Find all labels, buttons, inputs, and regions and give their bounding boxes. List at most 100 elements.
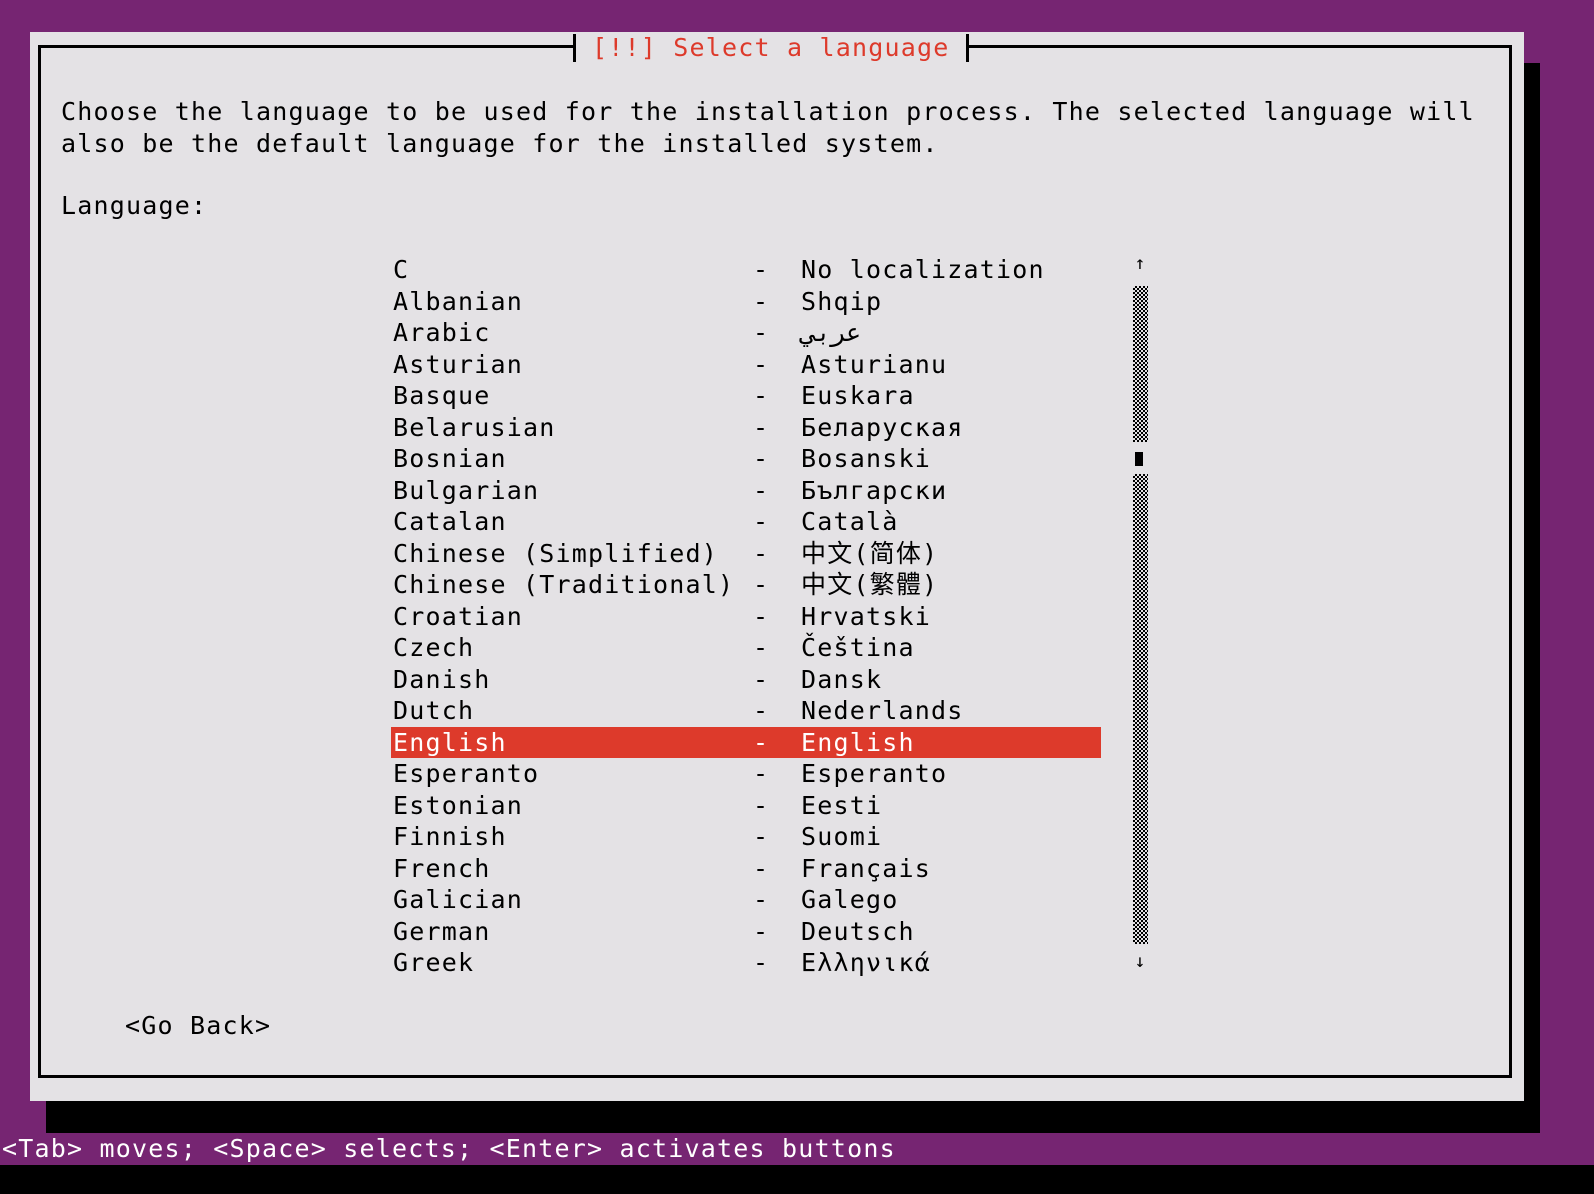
language-native-name: Deutsch	[801, 916, 915, 946]
language-name: Bosnian	[393, 444, 507, 473]
go-back-button[interactable]: <Go Back>	[125, 1010, 271, 1042]
language-option[interactable]: Croatian - Hrvatski	[391, 601, 1101, 633]
separator-dash: -	[753, 570, 770, 599]
dialog-shadow	[1524, 63, 1540, 1133]
language-option[interactable]: Catalan - Català	[391, 506, 1101, 538]
language-name: Belarusian	[393, 412, 556, 442]
language-native-name: Français	[801, 853, 932, 883]
dialog-title: [!!] Select a language	[592, 33, 950, 62]
separator-dash: -	[753, 885, 770, 914]
language-native-name: Galego	[801, 885, 899, 914]
language-native-name: Čeština	[801, 633, 915, 662]
language-native-name: Eesti	[801, 790, 883, 820]
language-native-name: Català	[801, 507, 899, 536]
language-name: Chinese (Traditional)	[393, 570, 735, 599]
language-name: Finnish	[393, 822, 507, 851]
language-option[interactable]: Basque - Euskara	[391, 380, 1101, 412]
language-name: C	[393, 255, 410, 284]
language-option[interactable]: Albanian - Shqip	[391, 286, 1101, 318]
language-option[interactable]: Asturian - Asturianu	[391, 349, 1101, 381]
separator-dash: -	[753, 381, 770, 410]
language-native-name: Hrvatski	[801, 601, 932, 631]
separator-dash: -	[753, 538, 770, 568]
status-bar-help: <Tab> moves; <Space> selects; <Enter> ac…	[2, 1134, 896, 1163]
language-option[interactable]: Bosnian - Bosanski	[391, 443, 1101, 475]
language-name: Danish	[393, 664, 491, 694]
separator-dash: -	[753, 286, 770, 316]
language-name: Galician	[393, 885, 524, 914]
separator-dash: -	[753, 822, 770, 851]
separator-dash: -	[753, 727, 770, 757]
description-line: Choose the language to be used for the i…	[61, 97, 1475, 126]
separator-dash: -	[753, 475, 770, 505]
scrollbar-track[interactable]	[1133, 286, 1148, 442]
language-name: Arabic	[393, 318, 491, 347]
language-name: Esperanto	[393, 759, 540, 788]
language-native-name: Esperanto	[801, 759, 948, 788]
separator-dash: -	[753, 601, 770, 631]
separator-dash: -	[753, 696, 770, 725]
language-list[interactable]: C - No localization Albanian - Shqip Arabic - عر…	[391, 254, 1101, 979]
language-name: Croatian	[393, 601, 524, 631]
scroll-down-icon[interactable]: ↓	[1132, 952, 1148, 972]
language-option-selected[interactable]: English - English	[391, 726, 1101, 758]
language-name: Greek	[393, 948, 475, 977]
separator-dash: -	[753, 255, 770, 284]
language-option[interactable]: Bulgarian - Български	[391, 475, 1101, 507]
scroll-up-icon[interactable]: ↑	[1132, 254, 1148, 274]
scrollbar-thumb[interactable]	[1135, 452, 1143, 466]
language-native-name: Bosanski	[801, 444, 932, 473]
dialog-title-container: [!!] Select a language	[573, 32, 969, 64]
separator-dash: -	[753, 444, 770, 473]
language-option[interactable]: Chinese (Simplified) - 中文(简体)	[391, 538, 1101, 570]
language-native-name: Suomi	[801, 822, 883, 851]
title-border-right	[965, 34, 969, 62]
language-name: English	[393, 727, 507, 757]
language-option[interactable]: Chinese (Traditional) - 中文(繁體)	[391, 569, 1101, 601]
language-native-name: Shqip	[801, 286, 883, 316]
language-option[interactable]: Belarusian - Беларуская	[391, 412, 1101, 444]
language-option[interactable]: Greek - Ελληνικά	[391, 947, 1101, 979]
language-name: Bulgarian	[393, 475, 540, 505]
language-name: Estonian	[393, 790, 524, 820]
language-native-name: عربي	[801, 318, 862, 347]
separator-dash: -	[753, 633, 770, 662]
language-option[interactable]: French - Français	[391, 853, 1101, 885]
language-name: Albanian	[393, 286, 524, 316]
language-native-name: Ελληνικά	[801, 948, 932, 977]
language-option[interactable]: Dutch - Nederlands	[391, 695, 1101, 727]
separator-dash: -	[753, 759, 770, 788]
separator-dash: -	[753, 412, 770, 442]
language-native-name: 中文(繁體)	[801, 570, 939, 599]
separator-dash: -	[753, 349, 770, 379]
language-name: Asturian	[393, 349, 524, 379]
language-name: French	[393, 853, 491, 883]
language-native-name: Беларуская	[801, 412, 964, 442]
language-name: German	[393, 916, 491, 946]
separator-dash: -	[753, 664, 770, 694]
separator-dash: -	[753, 790, 770, 820]
language-option[interactable]: C - No localization	[391, 254, 1101, 286]
language-option[interactable]: Esperanto - Esperanto	[391, 758, 1101, 790]
language-native-name: Euskara	[801, 381, 915, 410]
separator-dash: -	[753, 948, 770, 977]
language-native-name: Asturianu	[801, 349, 948, 379]
language-name: Basque	[393, 381, 491, 410]
language-native-name: Dansk	[801, 664, 883, 694]
language-option[interactable]: Danish - Dansk	[391, 664, 1101, 696]
separator-dash: -	[753, 916, 770, 946]
language-option[interactable]: Arabic - عربي	[391, 317, 1101, 349]
language-option[interactable]: German - Deutsch	[391, 916, 1101, 948]
language-option[interactable]: Czech - Čeština	[391, 632, 1101, 664]
language-option[interactable]: Estonian - Eesti	[391, 790, 1101, 822]
language-dialog: [!!] Select a language Choose the langua…	[30, 32, 1524, 1101]
separator-dash: -	[753, 507, 770, 536]
language-option[interactable]: Finnish - Suomi	[391, 821, 1101, 853]
language-field-label: Language:	[61, 191, 208, 220]
language-native-name: English	[801, 727, 915, 757]
separator-dash: -	[753, 853, 770, 883]
scrollbar-track[interactable]	[1133, 474, 1148, 944]
language-option[interactable]: Galician - Galego	[391, 884, 1101, 916]
language-native-name: 中文(简体)	[801, 538, 939, 568]
language-native-name: Български	[801, 475, 948, 505]
